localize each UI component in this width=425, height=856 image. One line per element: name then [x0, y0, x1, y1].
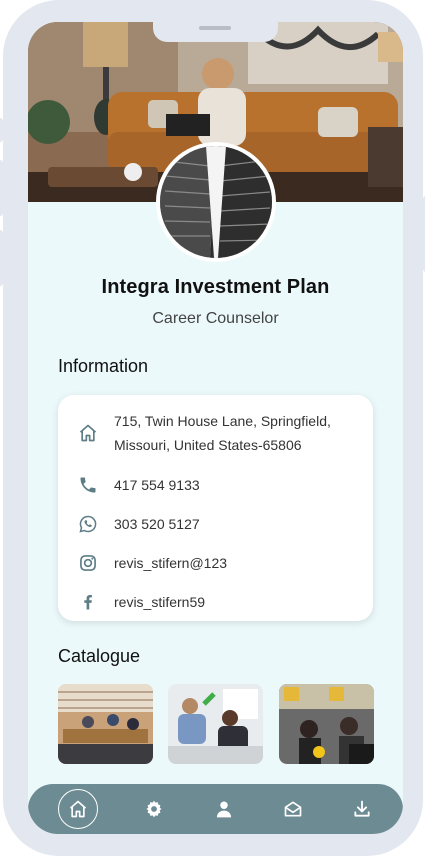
side-button-left-3 [0, 230, 3, 286]
catalogue-heading: Catalogue [58, 646, 141, 666]
facebook-icon [84, 595, 92, 610]
phone-frame: Integra Investment Plan Career Counselor… [0, 0, 425, 856]
download-icon [354, 800, 370, 817]
nav-home-button[interactable] [58, 789, 98, 829]
nav-mail-button[interactable] [273, 789, 313, 829]
facebook-handle: revis_stifern59 [114, 594, 206, 610]
side-button-left-2 [0, 160, 3, 216]
information-heading: Information [58, 356, 149, 376]
information-card: 715, Twin House Lane, Springfield, Misso… [58, 395, 373, 621]
catalogue-image-1[interactable] [58, 684, 153, 764]
nav-download-button[interactable] [342, 789, 382, 829]
home-icon [69, 800, 87, 818]
address-line-2: Missouri, United States-65806 [114, 437, 302, 453]
bottom-navigation [28, 784, 403, 834]
phone-icon [80, 477, 96, 493]
gear-icon [146, 800, 162, 818]
whatsapp-number: 303 520 5127 [114, 516, 200, 532]
address-line-1: 715, Twin House Lane, Springfield, [114, 413, 331, 429]
catalogue-gallery [58, 684, 374, 764]
whatsapp-icon [79, 515, 97, 533]
instagram-handle: revis_stifern@123 [114, 555, 228, 571]
profile-name: Integra Investment Plan [101, 276, 330, 298]
nav-profile-button[interactable] [204, 789, 244, 829]
instagram-icon [80, 555, 96, 571]
profile-role: Career Counselor [152, 310, 279, 327]
phone-notch [153, 20, 278, 42]
mail-open-icon [284, 801, 302, 817]
user-icon [216, 801, 232, 818]
catalogue-image-3[interactable] [279, 684, 374, 764]
phone-number: 417 554 9133 [114, 477, 200, 493]
home-icon [79, 424, 97, 442]
catalogue-image-2[interactable] [168, 684, 263, 764]
side-button-left-1 [0, 118, 3, 142]
nav-settings-button[interactable] [134, 789, 174, 829]
app-screen: Integra Investment Plan Career Counselor… [28, 22, 403, 834]
profile-avatar[interactable] [156, 142, 276, 262]
